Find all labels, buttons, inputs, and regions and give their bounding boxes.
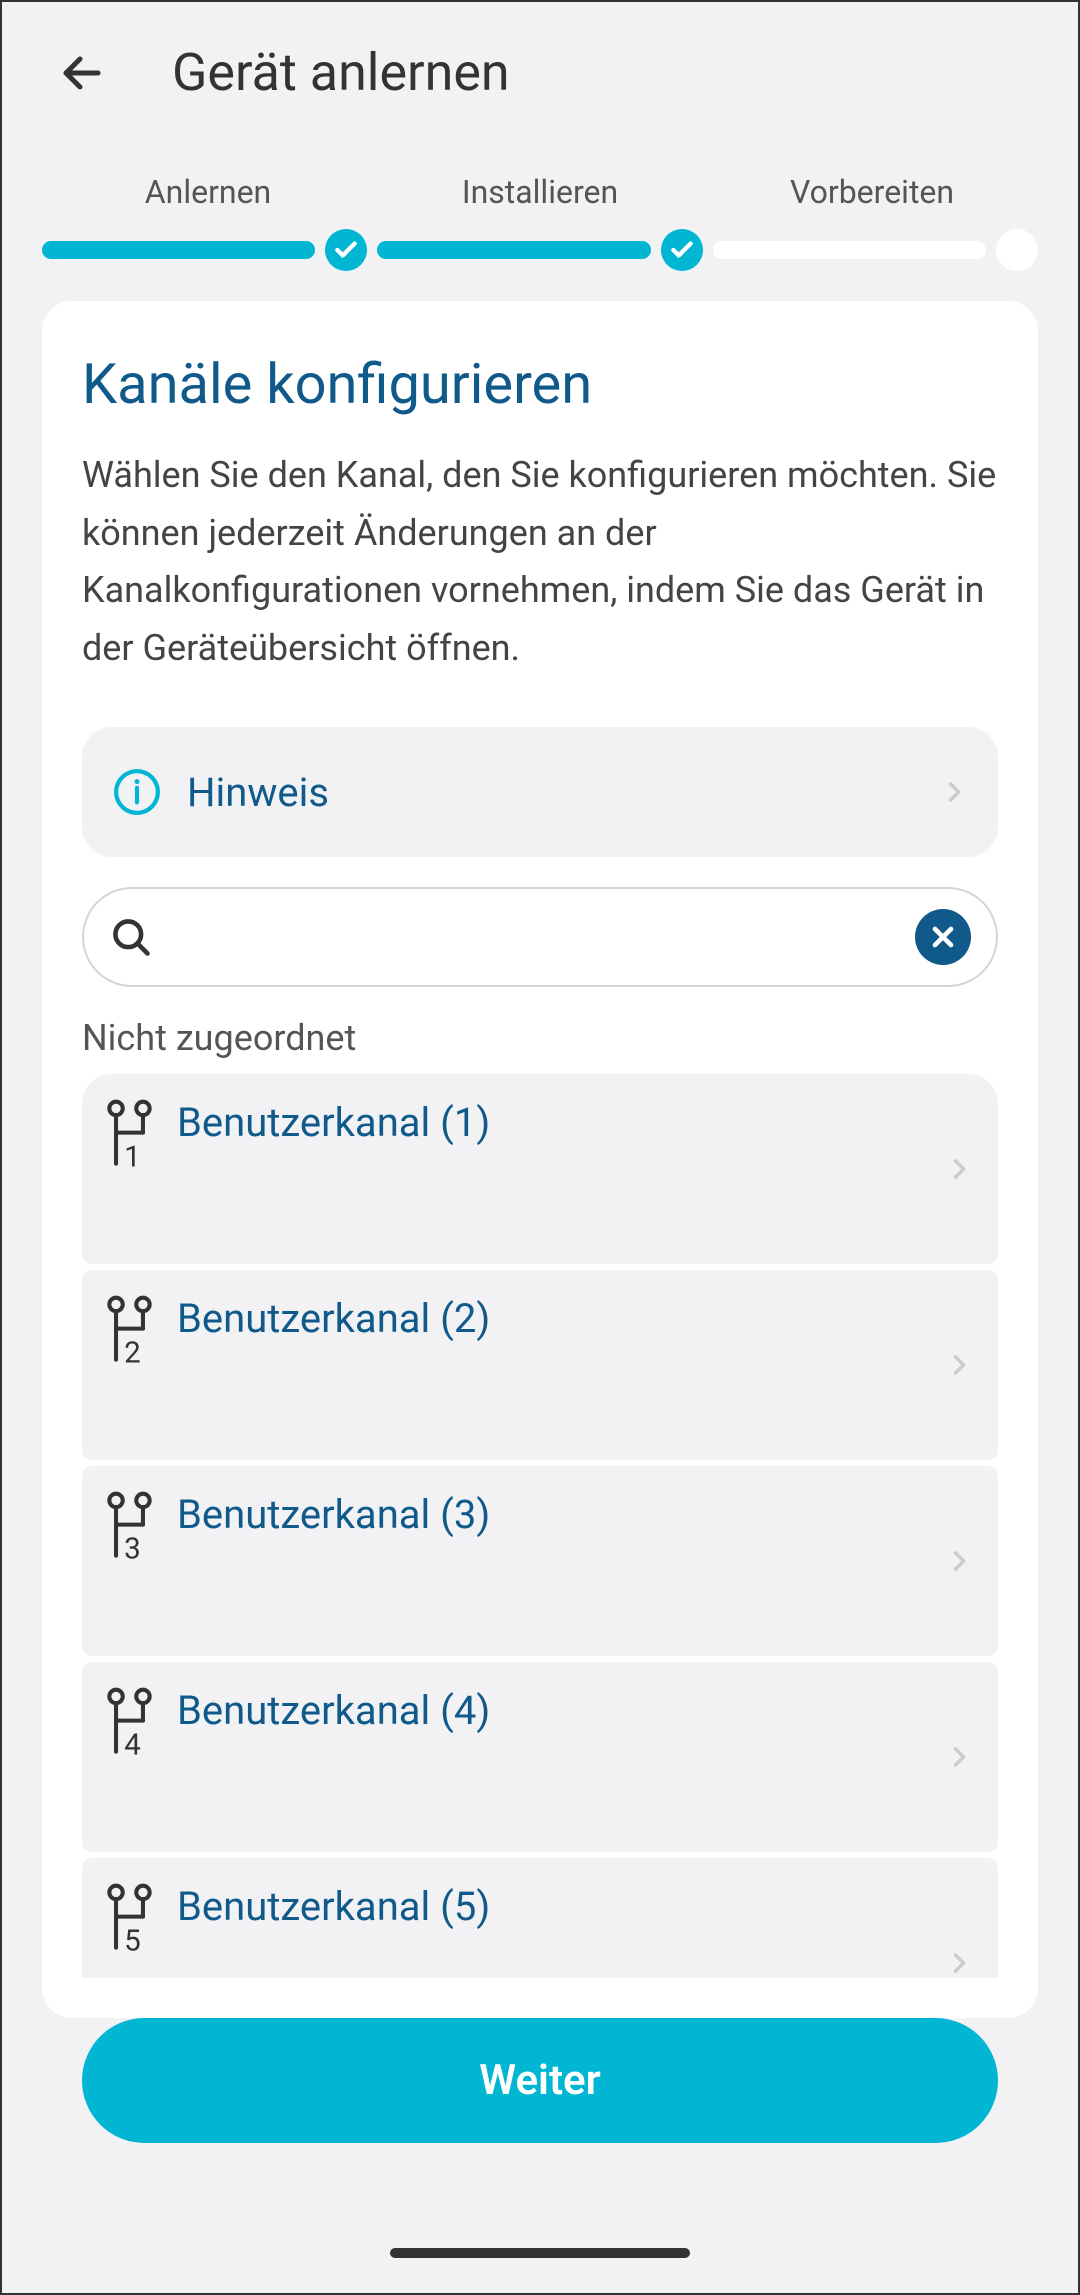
channel-item-5[interactable]: 5 Benutzerkanal (5) <box>82 1858 998 1978</box>
chevron-right-icon <box>940 772 968 812</box>
step-bar-1 <box>42 241 315 259</box>
chevron-right-icon <box>945 1149 973 1189</box>
svg-text:4: 4 <box>124 1729 141 1758</box>
channel-icon: 3 <box>102 1491 157 1565</box>
step-label-installieren: Installieren <box>374 173 706 211</box>
check-icon <box>333 237 359 263</box>
back-button[interactable] <box>52 43 112 103</box>
channel-item-3[interactable]: 3 Benutzerkanal (3) <box>82 1466 998 1656</box>
arrow-left-icon <box>58 49 106 97</box>
config-card: Kanäle konfigurieren Wählen Sie den Kana… <box>42 301 1038 2018</box>
page-title: Gerät anlernen <box>172 42 510 103</box>
step-dot-3 <box>996 229 1038 271</box>
continue-button[interactable]: Weiter <box>82 2018 998 2143</box>
hint-label: Hinweis <box>187 769 915 816</box>
info-icon <box>112 767 162 817</box>
svg-text:1: 1 <box>124 1141 141 1170</box>
chevron-right-icon <box>945 1737 973 1777</box>
channel-label: Benutzerkanal (1) <box>177 1099 973 1146</box>
channel-label: Benutzerkanal (2) <box>177 1295 973 1342</box>
search-icon <box>109 915 153 959</box>
step-dot-1 <box>325 229 367 271</box>
step-label-anlernen: Anlernen <box>42 173 374 211</box>
channel-label: Benutzerkanal (3) <box>177 1491 973 1538</box>
channel-list: 1 Benutzerkanal (1) 2 Benutzerkanal (2) <box>82 1074 998 1978</box>
search-box[interactable] <box>82 887 998 987</box>
step-label-vorbereiten: Vorbereiten <box>706 173 1038 211</box>
card-description: Wählen Sie den Kanal, den Sie konfigurie… <box>82 447 998 677</box>
stepper-progress <box>2 229 1078 271</box>
channel-label: Benutzerkanal (4) <box>177 1687 973 1734</box>
svg-text:3: 3 <box>124 1533 141 1562</box>
chevron-right-icon <box>945 1943 973 1978</box>
chevron-right-icon <box>945 1345 973 1385</box>
channel-icon: 2 <box>102 1295 157 1369</box>
channel-item-1[interactable]: 1 Benutzerkanal (1) <box>82 1074 998 1264</box>
step-dot-2 <box>661 229 703 271</box>
channel-label: Benutzerkanal (5) <box>177 1883 973 1930</box>
stepper-labels: Anlernen Installieren Vorbereiten <box>2 173 1078 211</box>
search-input[interactable] <box>173 916 895 958</box>
channel-item-4[interactable]: 4 Benutzerkanal (4) <box>82 1662 998 1852</box>
chevron-right-icon <box>945 1541 973 1581</box>
unassigned-section-label: Nicht zugeordnet <box>82 1017 998 1059</box>
svg-text:5: 5 <box>124 1925 141 1954</box>
step-bar-3 <box>713 241 986 259</box>
svg-text:2: 2 <box>124 1337 141 1366</box>
home-indicator[interactable] <box>390 2248 690 2258</box>
channel-icon: 1 <box>102 1099 157 1173</box>
check-icon <box>669 237 695 263</box>
clear-search-button[interactable] <box>915 909 971 965</box>
close-icon <box>927 921 959 953</box>
channel-icon: 4 <box>102 1687 157 1761</box>
channel-icon: 5 <box>102 1883 157 1957</box>
card-title: Kanäle konfigurieren <box>82 351 998 417</box>
channel-item-2[interactable]: 2 Benutzerkanal (2) <box>82 1270 998 1460</box>
step-bar-2 <box>377 241 650 259</box>
hint-row[interactable]: Hinweis <box>82 727 998 857</box>
